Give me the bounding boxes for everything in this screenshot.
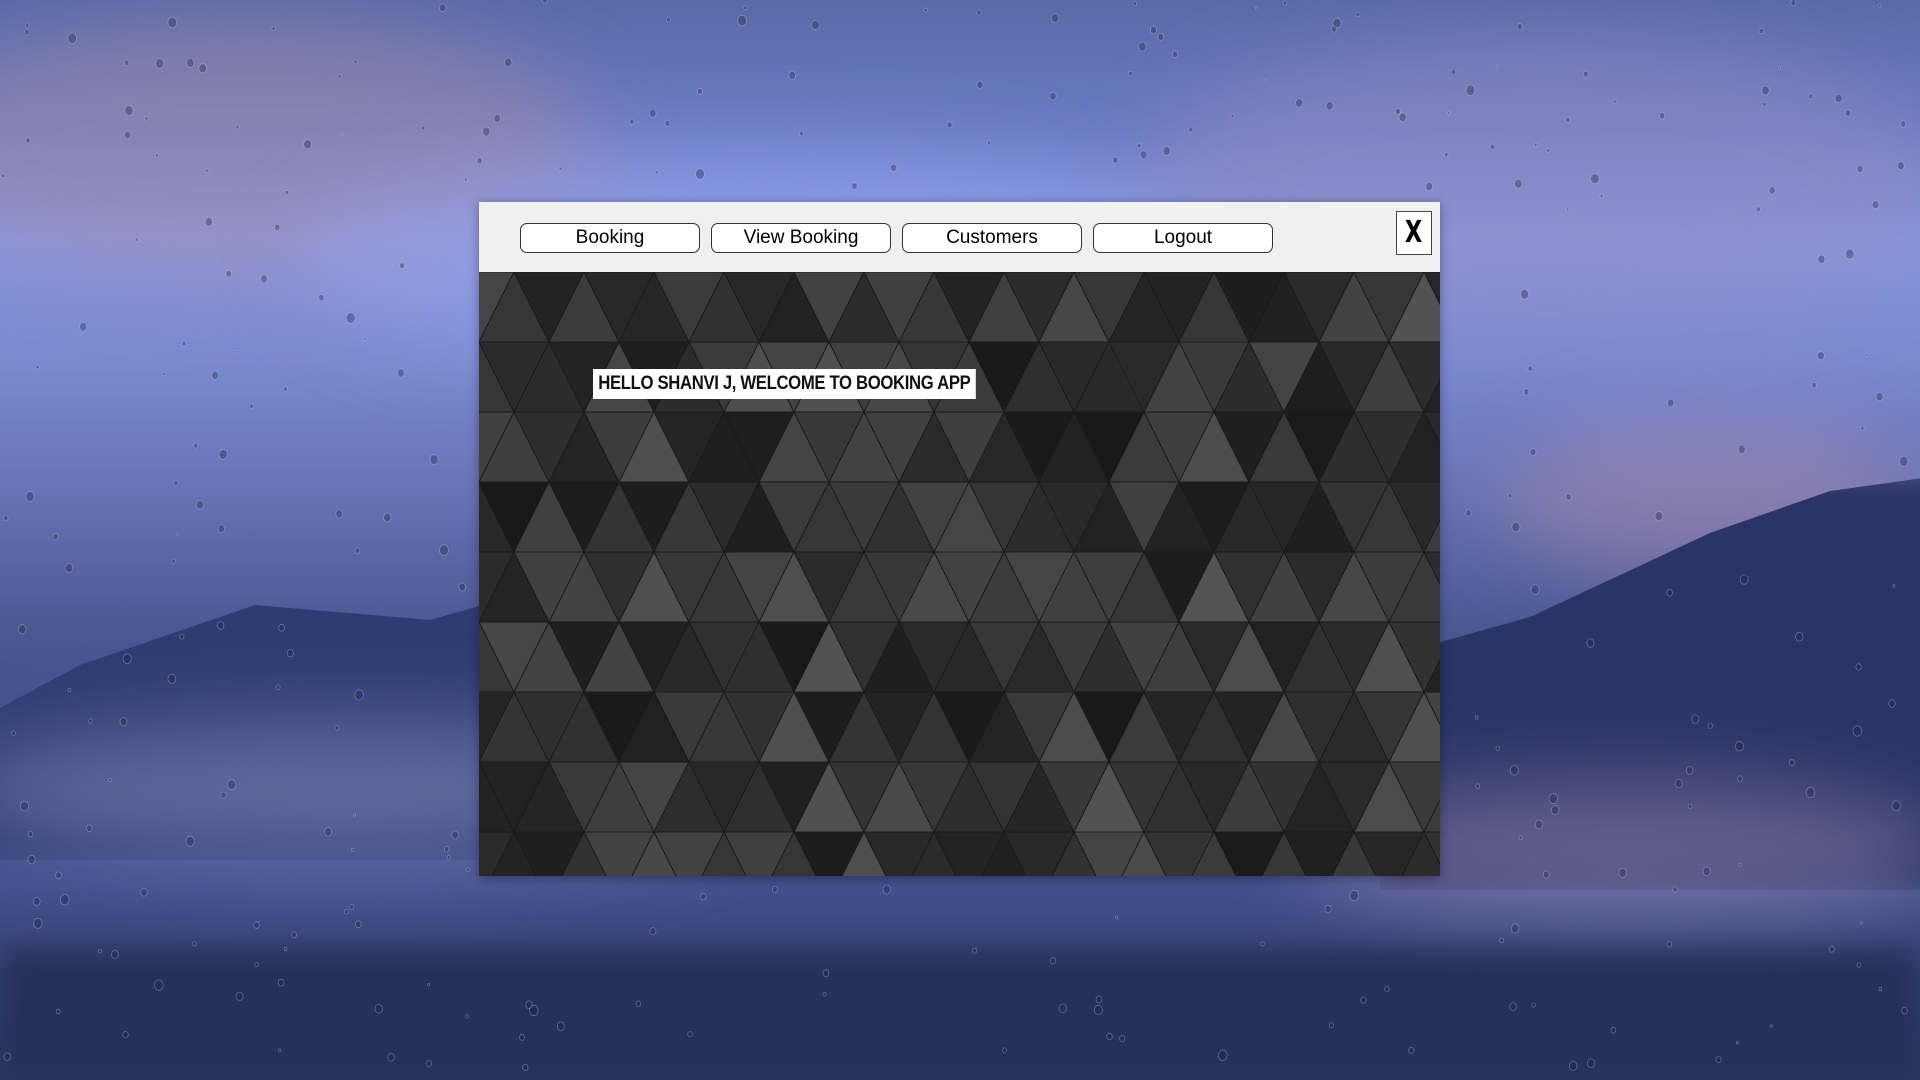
view-booking-button[interactable]: View Booking [711, 223, 891, 253]
main-content-area: HELLO SHANVI J, WELCOME TO BOOKING APP [479, 272, 1440, 876]
triangle-pattern-background [479, 272, 1440, 876]
menu-bar: Booking View Booking Customers Logout X [479, 202, 1440, 272]
customers-button[interactable]: Customers [902, 223, 1082, 253]
close-icon: X [1405, 215, 1423, 250]
logout-button[interactable]: Logout [1093, 223, 1273, 253]
booking-button[interactable]: Booking [520, 223, 700, 253]
booking-app-window: Booking View Booking Customers Logout X … [479, 202, 1440, 876]
close-button[interactable]: X [1396, 211, 1432, 255]
welcome-message: HELLO SHANVI J, WELCOME TO BOOKING APP [593, 369, 976, 399]
